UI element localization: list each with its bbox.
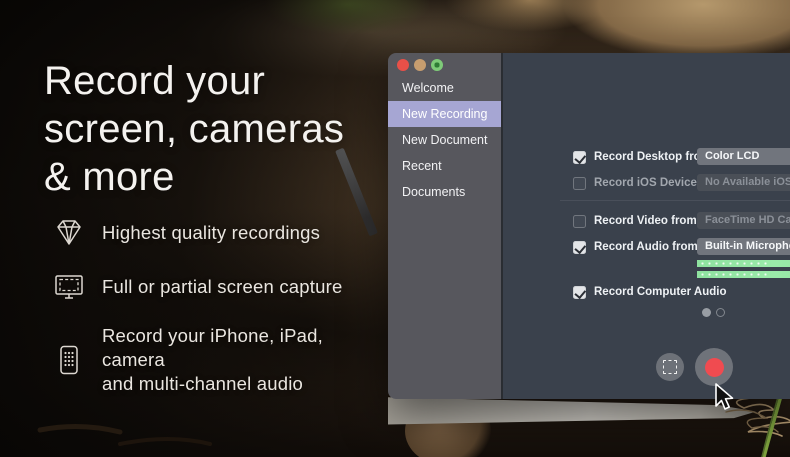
screenshot-root: Record your screen, cameras & more Highe… [0, 0, 790, 457]
sidebar-menu: Welcome New Recording New Document Recen… [388, 75, 501, 179]
record-video-row: Record Video from: [573, 213, 701, 229]
record-video-checkbox[interactable] [573, 215, 586, 228]
feature-screen-capture: Full or partial screen capture [52, 270, 342, 304]
record-computer-audio-row: Record Computer Audio [573, 284, 726, 300]
record-ios-checkbox[interactable] [573, 177, 586, 190]
iphone-icon [52, 343, 86, 377]
hero-title-line1: Record your [44, 57, 344, 105]
page-dot-active[interactable] [702, 308, 711, 317]
dashed-selection-icon [663, 360, 677, 374]
record-audio-row: Record Audio from: [573, 239, 702, 255]
hero-title-line3: & more [44, 153, 344, 201]
feature-devices-label: Record your iPhone, iPad, camera and mul… [102, 324, 372, 396]
page-dot-inactive[interactable] [716, 308, 725, 317]
sidebar-item-new-document[interactable]: New Document [388, 127, 501, 153]
sidebar-item-recent-documents[interactable]: Recent Documents [388, 153, 501, 179]
desktop-source-select[interactable]: Color LCD [697, 148, 790, 165]
screen-capture-icon [52, 270, 86, 304]
record-computer-audio-checkbox[interactable] [573, 286, 586, 299]
window-sidebar: Welcome New Recording New Document Recen… [388, 53, 503, 399]
page-dots [702, 308, 725, 317]
audio-level-meter-left [697, 260, 790, 267]
minimize-button[interactable] [414, 59, 426, 71]
hero-title: Record your screen, cameras & more [44, 57, 344, 201]
sidebar-item-new-recording[interactable]: New Recording [388, 101, 501, 127]
record-button[interactable] [695, 348, 733, 386]
sidebar-item-welcome[interactable]: Welcome [388, 75, 501, 101]
record-computer-audio-label: Record Computer Audio [594, 286, 726, 298]
feature-screen-capture-label: Full or partial screen capture [102, 275, 342, 299]
record-audio-label: Record Audio from: [594, 241, 702, 253]
ios-source-select: No Available iOS Device [697, 174, 790, 191]
video-source-select: FaceTime HD Camera [697, 212, 790, 229]
feature-quality: Highest quality recordings [52, 216, 320, 250]
mouse-cursor [714, 383, 734, 411]
section-divider [560, 200, 790, 201]
record-audio-checkbox[interactable] [573, 241, 586, 254]
record-icon [705, 358, 724, 377]
feature-devices: Record your iPhone, iPad, camera and mul… [52, 324, 372, 396]
record-desktop-row: Record Desktop from: [573, 149, 715, 165]
diamond-icon [52, 216, 86, 250]
record-ios-label: Record iOS Device: [594, 177, 701, 189]
record-ios-row: Record iOS Device: [573, 175, 701, 191]
record-desktop-checkbox[interactable] [573, 151, 586, 164]
record-video-label: Record Video from: [594, 215, 701, 227]
audio-level-meter-right [697, 271, 790, 278]
close-button[interactable] [397, 59, 409, 71]
audio-source-select[interactable]: Built-in Microphone [697, 238, 790, 255]
zoom-button[interactable] [431, 59, 443, 71]
hero-title-line2: screen, cameras [44, 105, 344, 153]
recording-options-panel: Record Desktop from: Color LCD Record iO… [503, 53, 790, 399]
feature-quality-label: Highest quality recordings [102, 221, 320, 245]
app-window: Welcome New Recording New Document Recen… [388, 53, 790, 399]
traffic-lights [397, 59, 443, 71]
partial-screen-select-button[interactable] [656, 353, 684, 381]
